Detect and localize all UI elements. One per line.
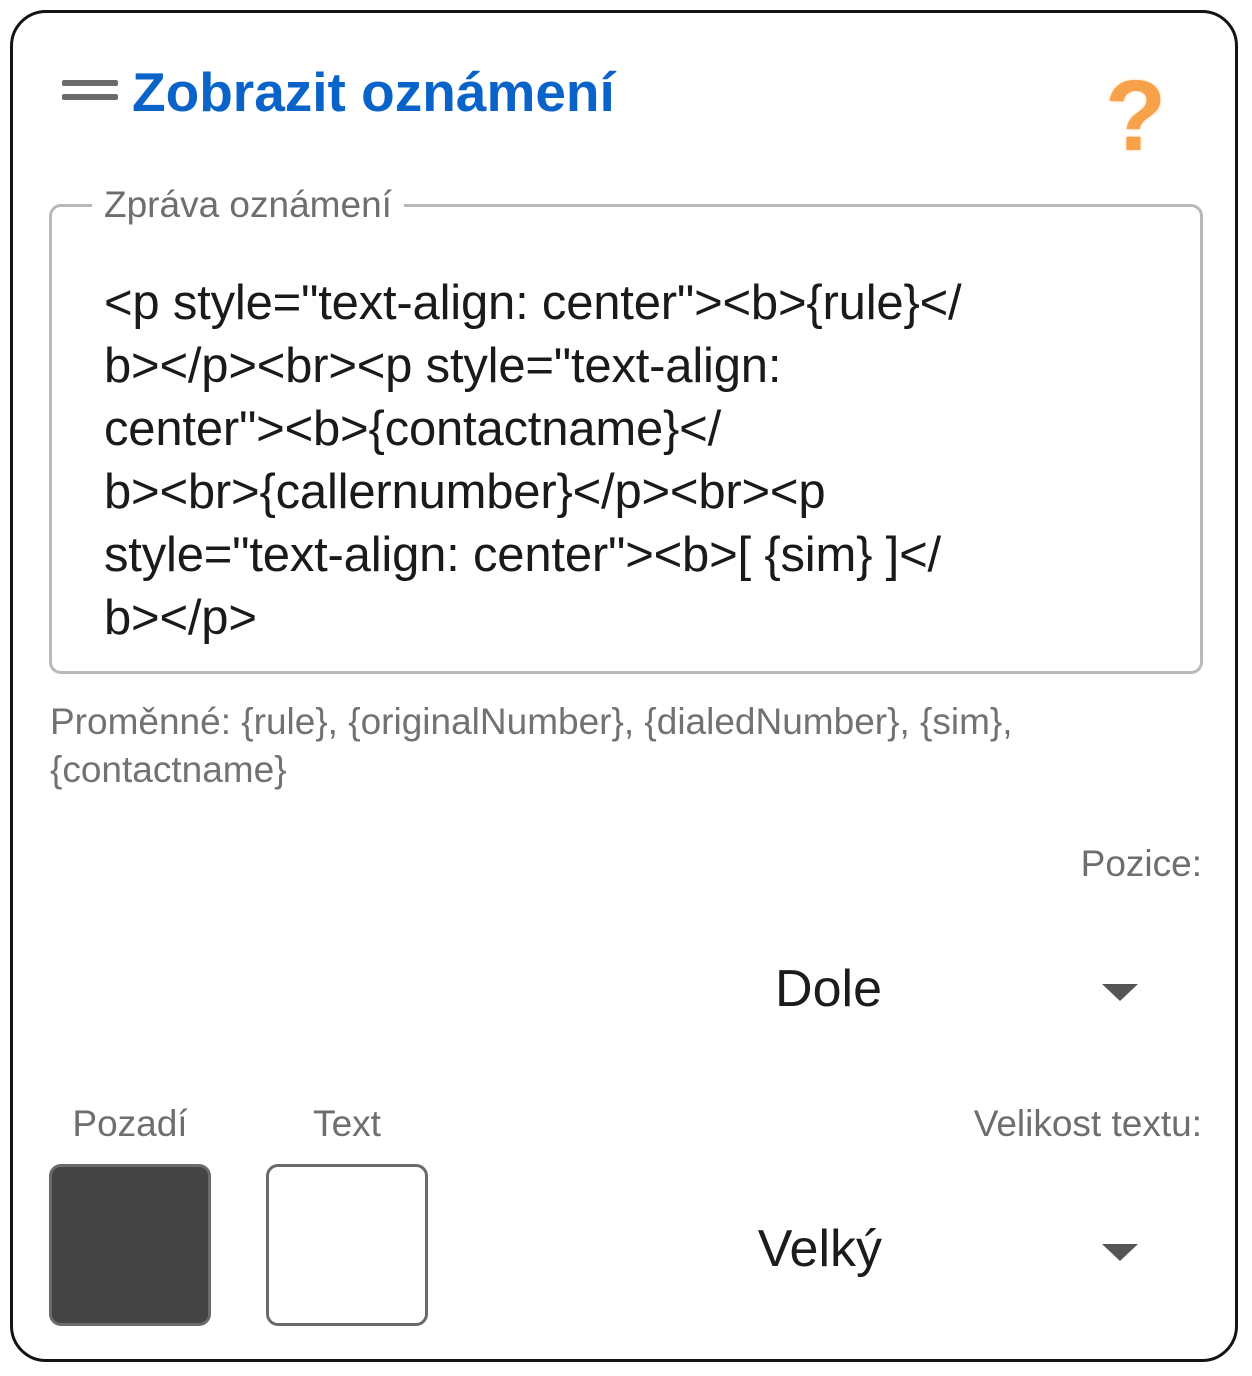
text-color-label: Text [313,1103,381,1144]
variables-hint: Proměnné: {rule}, {originalNumber}, {dia… [50,701,1013,790]
text-size-dropdown[interactable]: Velký [720,1194,1200,1304]
text-color-swatch[interactable] [266,1164,428,1326]
drag-handle-bar-top [62,80,118,86]
chevron-down-icon [1102,984,1138,1001]
background-color-swatch[interactable] [49,1164,211,1326]
chevron-down-icon [1102,1244,1138,1261]
notification-message-label: Zpráva oznámení [104,184,392,225]
help-icon[interactable]: ? [1105,66,1166,166]
notification-message-input[interactable]: <p style="text-align: center"><b>{rule}<… [104,272,1104,650]
drag-handle-icon[interactable] [62,80,118,102]
text-size-label: Velikost textu: [973,1103,1202,1144]
position-label: Pozice: [1080,843,1202,884]
position-dropdown[interactable]: Dole [720,934,1200,1044]
section-title: Zobrazit oznámení [132,61,615,123]
drag-handle-bar-bottom [62,94,118,100]
notification-message-field[interactable]: Zpráva oznámení <p style="text-align: ce… [49,184,1203,674]
background-color-label: Pozadí [72,1103,188,1144]
position-selected-value: Dole [775,960,882,1018]
text-size-selected-value: Velký [757,1220,882,1278]
